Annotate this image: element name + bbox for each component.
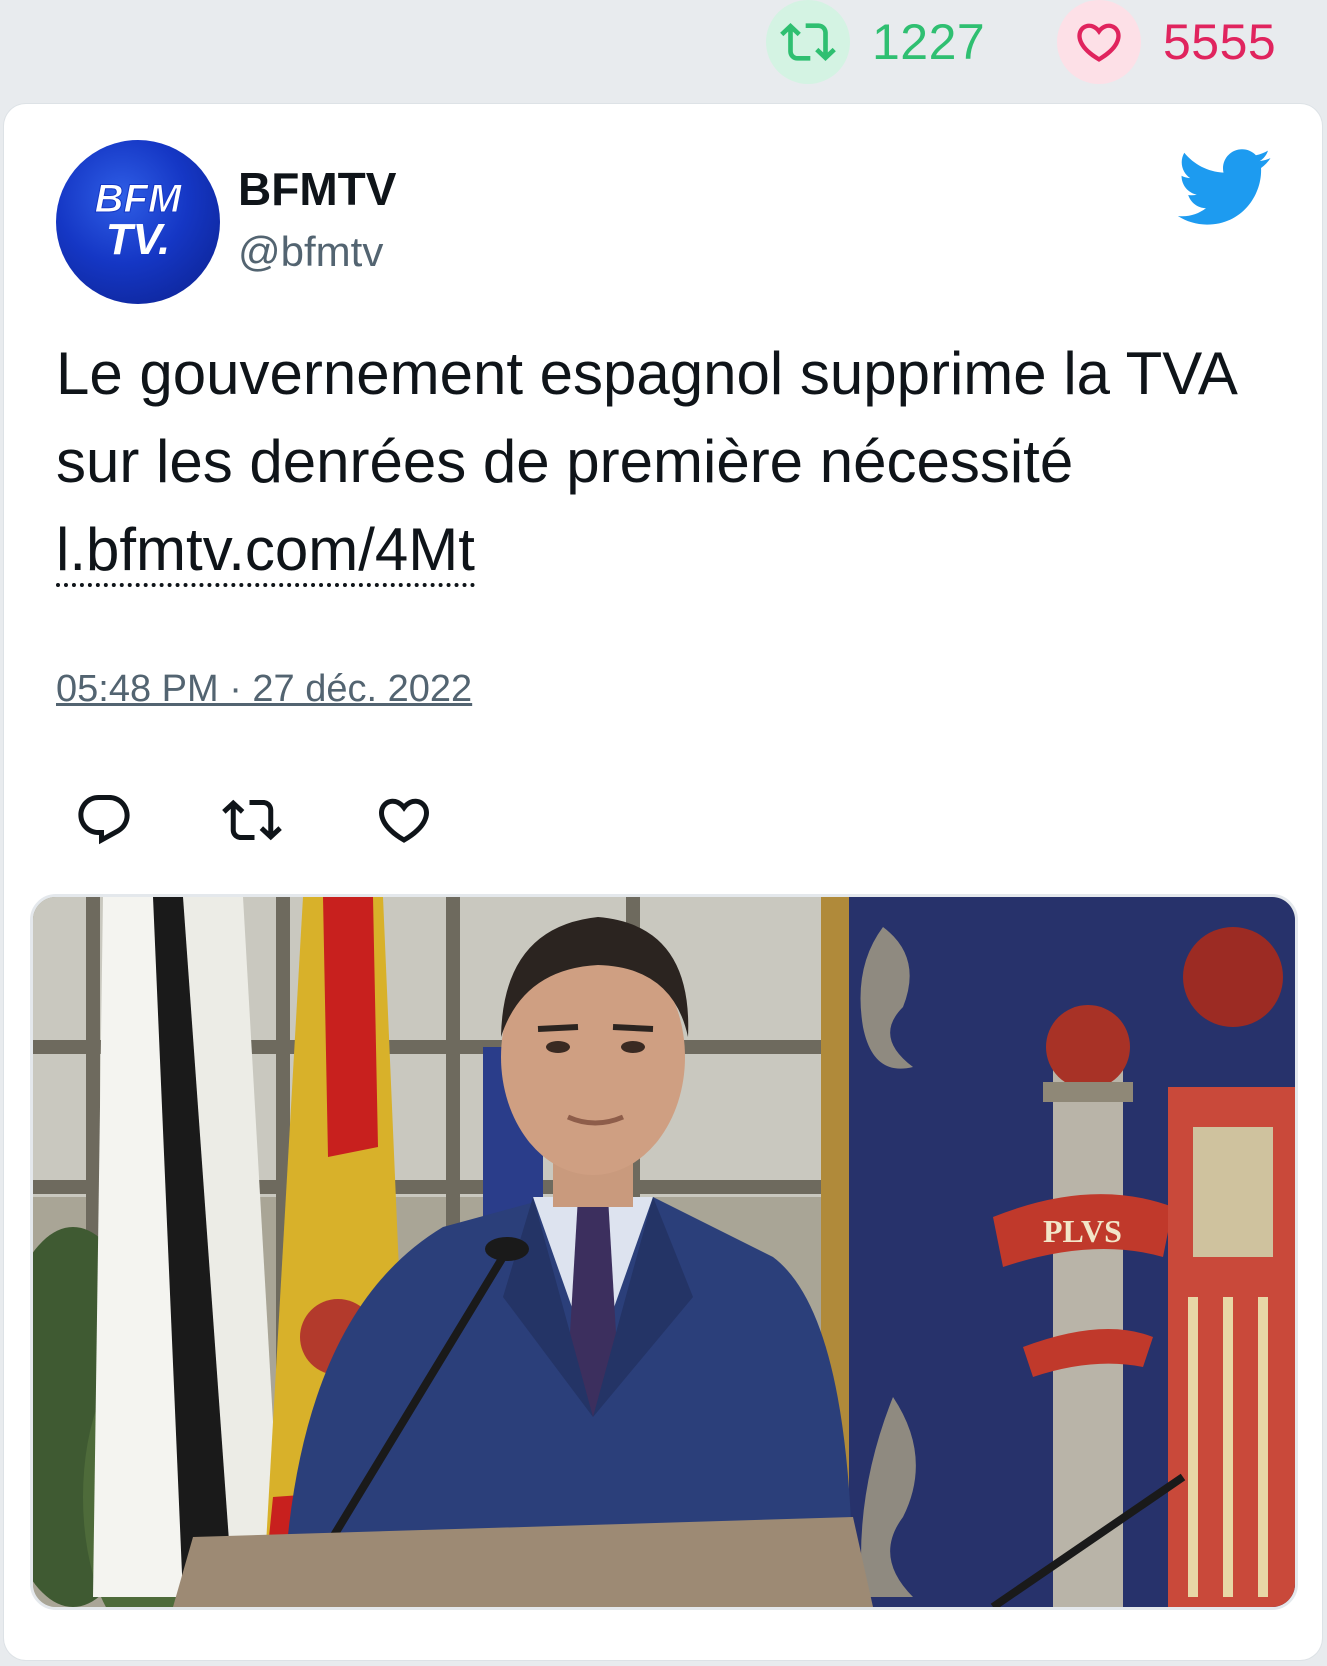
like-stat[interactable]: 5555: [1057, 0, 1276, 84]
tweet-card: BFM TV. BFMTV @bfmtv Le gouvernement esp…: [4, 104, 1322, 1660]
retweet-stat-bubble: [766, 0, 850, 84]
plvs-banner-text: PLVS: [1043, 1213, 1122, 1249]
like-action-icon[interactable]: [374, 790, 434, 850]
retweet-icon: [780, 23, 836, 61]
author-handle[interactable]: @bfmtv: [238, 228, 383, 276]
like-count: 5555: [1163, 14, 1277, 70]
twitter-bird-icon[interactable]: [1174, 146, 1272, 228]
avatar[interactable]: BFM TV.: [56, 140, 220, 304]
author-name[interactable]: BFMTV: [238, 162, 396, 216]
retweet-count: 1227: [872, 14, 986, 70]
bfmtv-logo: BFM TV.: [94, 177, 183, 265]
engagement-stats: 1227 5555: [0, 0, 1327, 96]
tweet-timestamp[interactable]: 05:48 PM · 27 déc. 2022: [56, 668, 472, 711]
reply-icon[interactable]: [74, 790, 134, 850]
like-stat-bubble: [1057, 0, 1141, 84]
press-conference-photo: PLVS: [33, 897, 1295, 1607]
heart-icon: [1077, 23, 1121, 62]
retweet-action-icon[interactable]: [222, 790, 282, 850]
tweet-body: Le gouvernement espagnol supprime la TVA…: [56, 340, 1235, 495]
retweet-stat[interactable]: 1227: [766, 0, 985, 84]
tweet-link[interactable]: l.bfmtv.com/4Mt: [56, 516, 475, 587]
tweet-text: Le gouvernement espagnol supprime la TVA…: [56, 330, 1276, 594]
tweet-media-image[interactable]: PLVS: [30, 894, 1298, 1610]
svg-text:TV.: TV.: [106, 215, 170, 264]
